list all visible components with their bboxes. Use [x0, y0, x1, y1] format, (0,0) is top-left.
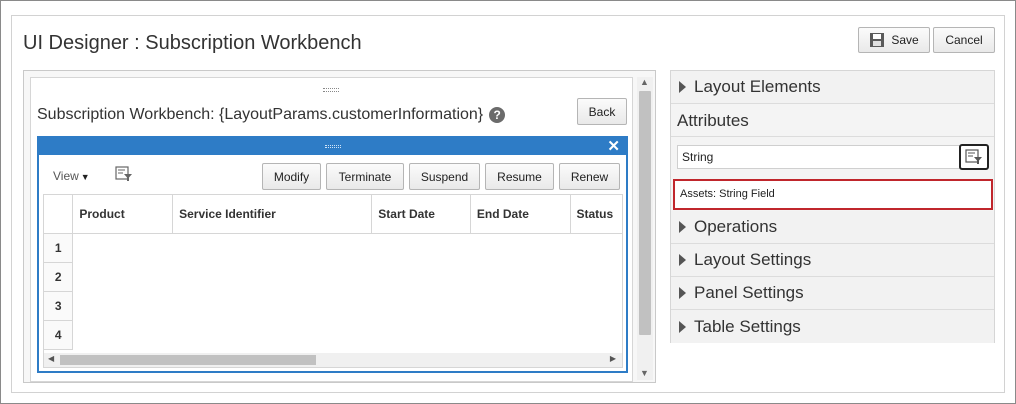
- view-menu[interactable]: View ▼: [53, 169, 90, 183]
- filter-icon: [965, 149, 982, 164]
- row-number: 4: [44, 320, 74, 350]
- scroll-left-icon[interactable]: ◀: [48, 354, 54, 363]
- accordion-label: Panel Settings: [694, 283, 804, 302]
- accordion-label: Operations: [694, 217, 778, 236]
- accordion-layout-settings[interactable]: Layout Settings: [671, 244, 994, 277]
- save-label: Save: [891, 33, 919, 47]
- expand-arrow-icon: [679, 81, 686, 93]
- attribute-filter-button[interactable]: [959, 144, 989, 170]
- expand-arrow-icon: [679, 254, 686, 266]
- resume-button[interactable]: Resume: [485, 163, 554, 190]
- accordion-operations[interactable]: Operations: [671, 211, 994, 244]
- data-table: Product Service Identifier Start Date En…: [43, 194, 623, 368]
- table-toolbar: View ▼ Modify Terminate Suspend Resume Re…: [39, 155, 626, 195]
- page-title: UI Designer : Subscription Workbench: [23, 32, 362, 54]
- asset-string-field-item[interactable]: Assets: String Field: [673, 179, 993, 210]
- table-panel[interactable]: ✕ View ▼ Modify Terminate Suspend Resume…: [37, 136, 628, 373]
- scroll-thumb[interactable]: [60, 355, 316, 365]
- scroll-right-icon[interactable]: ▶: [610, 354, 616, 363]
- accordion-label: Table Settings: [694, 316, 801, 336]
- column-header[interactable]: End Date: [470, 195, 571, 234]
- save-icon: [870, 33, 885, 47]
- row-number: 1: [44, 233, 74, 263]
- page-heading: Subscription Workbench: {LayoutParams.cu…: [37, 106, 506, 124]
- suspend-button[interactable]: Suspend: [409, 163, 480, 190]
- help-icon[interactable]: ?: [489, 106, 506, 123]
- design-canvas: Subscription Workbench: {LayoutParams.cu…: [23, 70, 656, 383]
- rownum-header: [44, 195, 74, 234]
- scroll-thumb[interactable]: [639, 91, 651, 335]
- attribute-search-input[interactable]: String: [677, 145, 960, 169]
- accordion-label: Layout Settings: [694, 250, 812, 269]
- column-header[interactable]: Service Identifier: [172, 195, 373, 234]
- cancel-button[interactable]: Cancel: [933, 27, 995, 53]
- close-icon[interactable]: ✕: [607, 137, 620, 155]
- renew-button[interactable]: Renew: [559, 163, 620, 190]
- column-header[interactable]: Start Date: [371, 195, 471, 234]
- table-row: 1: [44, 233, 622, 263]
- modify-button[interactable]: Modify: [262, 163, 321, 190]
- scroll-down-icon[interactable]: ▼: [640, 368, 649, 378]
- accordion-table-settings[interactable]: Table Settings: [671, 310, 994, 343]
- table-row: 2: [44, 262, 622, 292]
- accordion-label: Layout Elements: [694, 77, 821, 96]
- expand-arrow-icon: [679, 287, 686, 299]
- expand-arrow-icon: [679, 320, 686, 333]
- column-header[interactable]: Product: [72, 195, 174, 234]
- vertical-scrollbar[interactable]: ▲ ▼: [637, 77, 653, 380]
- terminate-button[interactable]: Terminate: [326, 163, 404, 190]
- panel-drag-handle-icon[interactable]: [325, 145, 341, 148]
- window-frame: UI Designer : Subscription Workbench Sav…: [0, 0, 1016, 404]
- back-button[interactable]: Back: [577, 98, 627, 125]
- accordion-panel-settings[interactable]: Panel Settings: [671, 277, 994, 310]
- table-header-row: Product Service Identifier Start Date En…: [44, 195, 622, 234]
- accordion-layout-elements[interactable]: Layout Elements: [671, 71, 994, 104]
- drag-handle-icon[interactable]: [323, 88, 339, 92]
- table-row: 4: [44, 320, 622, 350]
- column-header[interactable]: Status: [570, 195, 622, 234]
- filter-icon[interactable]: [115, 165, 133, 183]
- properties-sidebar: Layout Elements Attributes String Assets…: [670, 70, 995, 343]
- attributes-heading: Attributes: [671, 104, 994, 137]
- row-number: 2: [44, 262, 74, 292]
- layout-preview: Subscription Workbench: {LayoutParams.cu…: [30, 77, 633, 382]
- panel-header: ✕: [39, 138, 626, 155]
- page-heading-text: Subscription Workbench: {LayoutParams.cu…: [37, 106, 484, 123]
- expand-arrow-icon: [679, 221, 686, 233]
- table-row: 3: [44, 291, 622, 321]
- save-button[interactable]: Save: [858, 27, 930, 53]
- row-number: 3: [44, 291, 74, 321]
- scroll-up-icon[interactable]: ▲: [640, 77, 649, 87]
- horizontal-scrollbar[interactable]: ◀ ▶: [44, 353, 622, 367]
- caret-down-icon: ▼: [80, 172, 90, 182]
- view-menu-label: View: [53, 169, 79, 183]
